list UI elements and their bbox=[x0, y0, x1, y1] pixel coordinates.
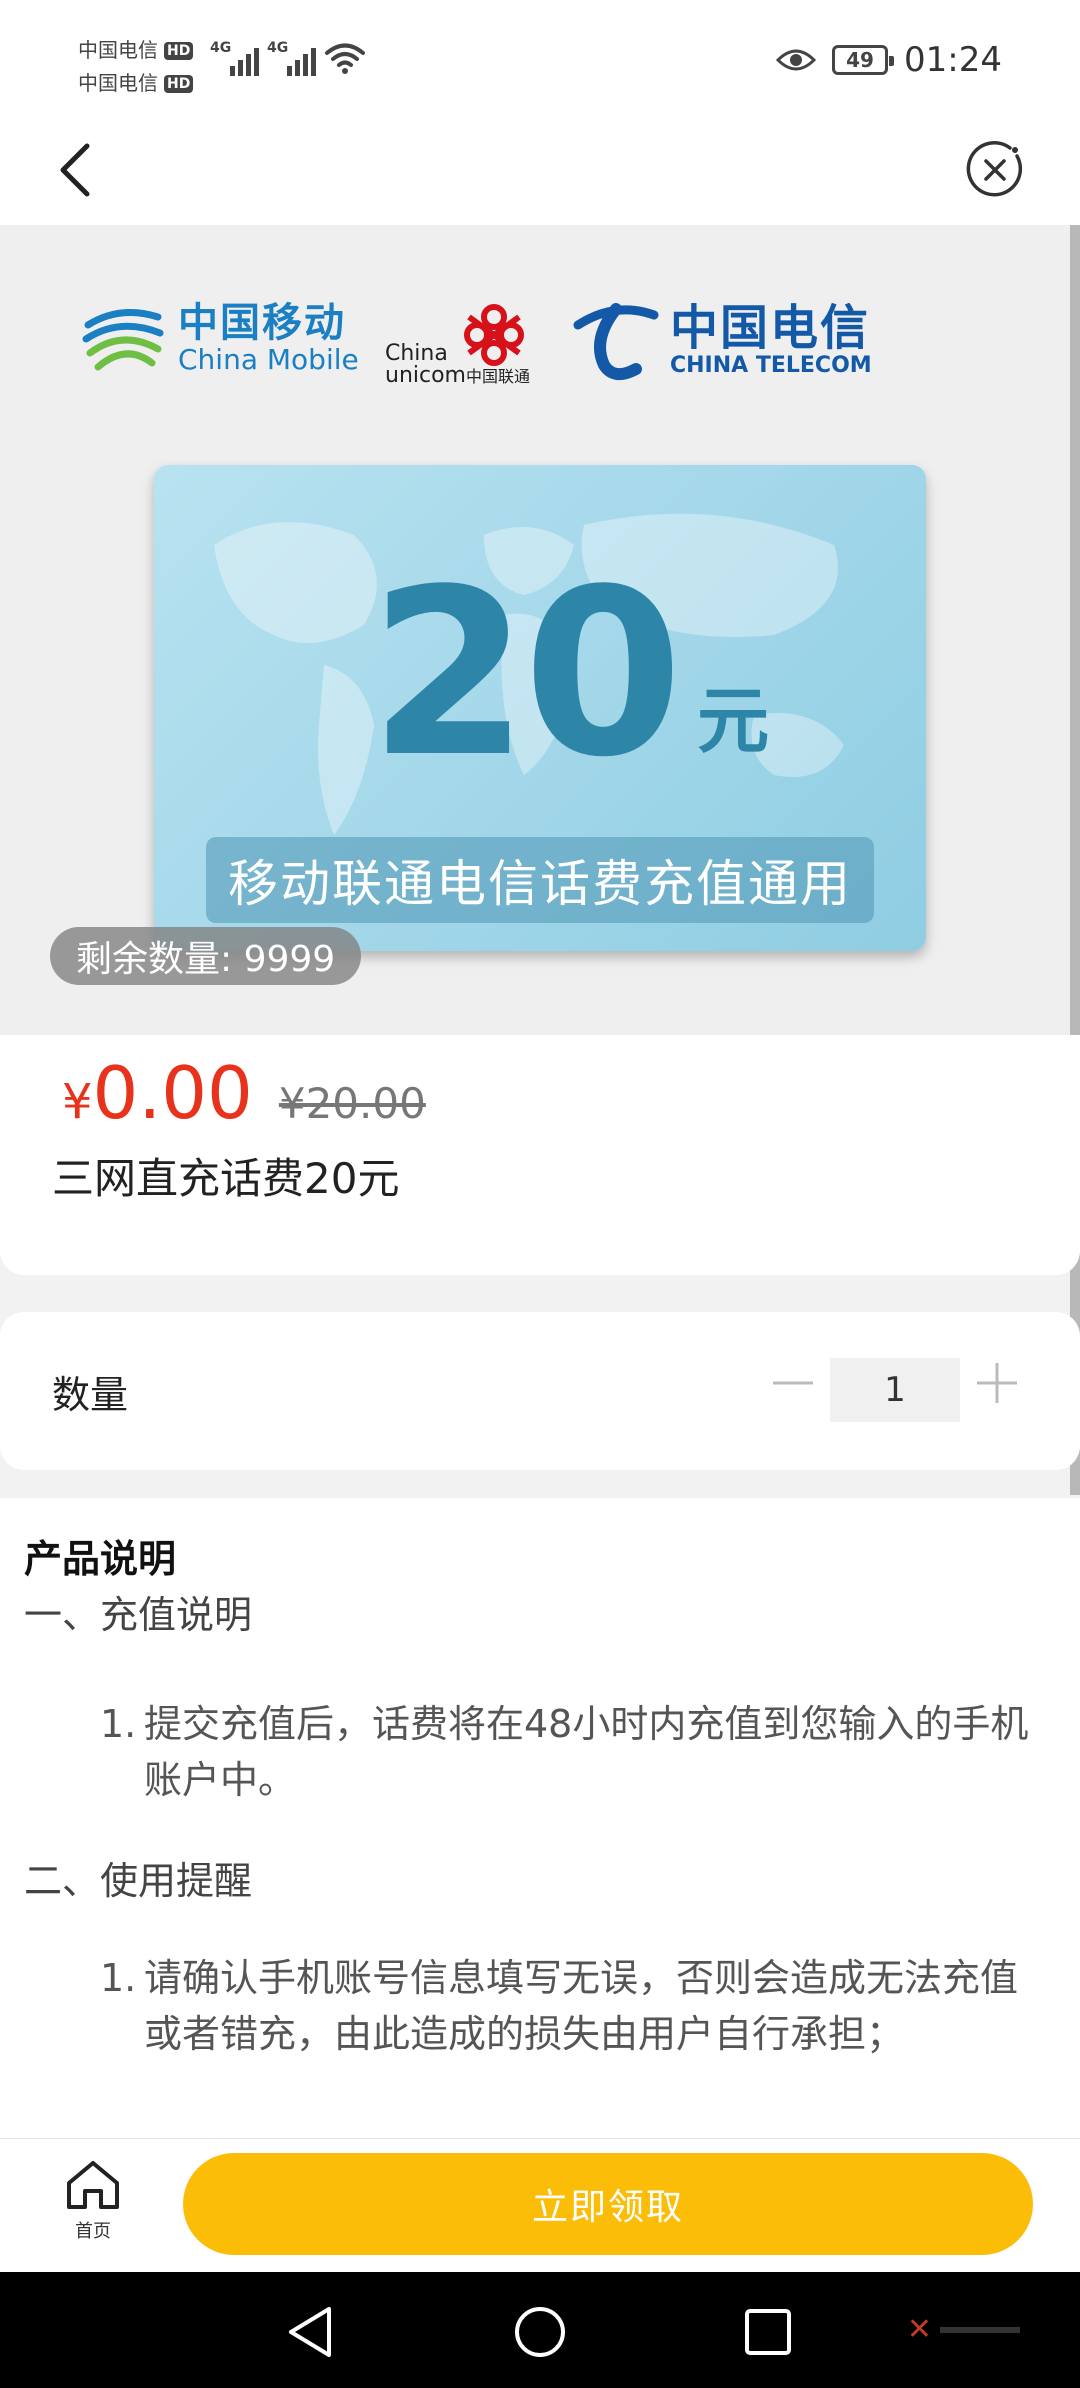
carrier-logos: 中国移动 China Mobile China unicom中国联通 中国电信 … bbox=[80, 295, 880, 405]
chevron-left-icon bbox=[60, 143, 90, 197]
signal-strength-icon: 4G bbox=[267, 40, 316, 76]
card-amount: 20 元 bbox=[369, 541, 770, 808]
bottom-action-bar: 首页 立即领取 bbox=[0, 2138, 1080, 2272]
card-amount-value: 20 bbox=[369, 541, 683, 808]
system-back-button[interactable] bbox=[280, 2302, 340, 2362]
watermark-text-graphic bbox=[940, 2326, 1020, 2333]
carrier-name: 中国电信 bbox=[78, 71, 158, 95]
hd-badge: HD bbox=[164, 41, 194, 60]
china-unicom-en1: China bbox=[385, 341, 448, 366]
price-row: ¥0.00 ¥20.00 bbox=[62, 1051, 426, 1135]
current-price: ¥0.00 bbox=[62, 1051, 253, 1135]
currency-symbol: ¥ bbox=[62, 1074, 93, 1130]
china-telecom-logo: 中国电信 CHINA TELECOM bbox=[570, 295, 872, 385]
list-text: 提交充值后，话费将在48小时内充值到您输入的手机账户中。 bbox=[144, 1702, 1029, 1802]
wifi-icon bbox=[325, 43, 365, 74]
carrier-2: 中国电信 HD bbox=[78, 67, 194, 100]
carrier-info: 中国电信 HD 中国电信 HD bbox=[78, 34, 194, 100]
close-circle-icon bbox=[966, 141, 1023, 197]
scrollbar[interactable] bbox=[1070, 225, 1080, 1495]
hd-badge: HD bbox=[164, 74, 194, 93]
list-item: 1. 请确认手机账号信息填写无误，否则会造成无法充值或者错充，由此造成的损失由用… bbox=[100, 1950, 1040, 2062]
circle-home-icon bbox=[515, 2307, 565, 2357]
china-unicom-logo: China unicom中国联通 bbox=[385, 303, 535, 393]
card-amount-unit: 元 bbox=[697, 679, 770, 763]
list-number: 1. bbox=[100, 1956, 137, 2000]
list-item: 1. 提交充值后，话费将在48小时内充值到您输入的手机账户中。 bbox=[100, 1696, 1040, 1808]
china-mobile-icon bbox=[82, 309, 164, 371]
battery-icon: 49 bbox=[832, 45, 895, 75]
quantity-label: 数量 bbox=[52, 1373, 129, 1417]
quantity-decrease-button[interactable] bbox=[770, 1360, 816, 1406]
carrier-name: 中国电信 bbox=[78, 38, 158, 62]
section-heading: 二、使用提醒 bbox=[24, 1859, 253, 1903]
price-section: ¥0.00 ¥20.00 三网直充话费20元 bbox=[0, 1035, 1080, 1275]
product-description: 产品说明 一、充值说明 1. 提交充值后，话费将在48小时内充值到您输入的手机账… bbox=[0, 1498, 1080, 2138]
close-button[interactable] bbox=[960, 135, 1030, 205]
description-title: 产品说明 bbox=[24, 1537, 177, 1581]
system-navigation-bar: ✕ bbox=[0, 2272, 1080, 2388]
product-name: 三网直充话费20元 bbox=[52, 1154, 400, 1203]
home-label: 首页 bbox=[75, 2221, 111, 2242]
status-bar: 中国电信 HD 中国电信 HD 4G 4G 49 01:24 bbox=[0, 0, 1080, 125]
china-unicom-en2: unicom bbox=[385, 363, 466, 388]
current-price-value: 0.00 bbox=[92, 1051, 253, 1135]
clock: 01:24 bbox=[904, 40, 1002, 80]
status-right: 49 01:24 bbox=[776, 40, 1002, 80]
home-icon bbox=[67, 2161, 119, 2209]
watermark-x-icon: ✕ bbox=[906, 2312, 932, 2347]
triangle-back-icon bbox=[289, 2307, 331, 2357]
original-price: ¥20.00 bbox=[278, 1079, 426, 1128]
card-caption: 移动联通电信话费充值通用 bbox=[206, 837, 874, 923]
stock-badge: 剩余数量: 9999 bbox=[50, 927, 362, 985]
product-hero: 中国移动 China Mobile China unicom中国联通 中国电信 … bbox=[0, 225, 1080, 1035]
home-tab[interactable]: 首页 bbox=[58, 2157, 128, 2257]
claim-button[interactable]: 立即领取 bbox=[183, 2153, 1033, 2255]
china-telecom-cn: 中国电信 bbox=[670, 299, 871, 356]
china-mobile-cn: 中国移动 bbox=[178, 299, 346, 346]
eye-icon bbox=[776, 49, 817, 71]
square-recents-icon bbox=[745, 2309, 791, 2355]
plus-icon bbox=[977, 1363, 1017, 1403]
signal-strength-icon: 4G bbox=[210, 40, 259, 76]
minus-icon bbox=[773, 1381, 813, 1385]
signal-indicators: 4G 4G bbox=[210, 40, 366, 76]
quantity-increase-button[interactable] bbox=[974, 1360, 1020, 1406]
system-recents-button[interactable] bbox=[738, 2302, 798, 2362]
battery-level: 49 bbox=[846, 48, 874, 72]
system-home-button[interactable] bbox=[510, 2302, 570, 2362]
watermark-logo: ✕ bbox=[907, 2312, 1020, 2347]
back-button[interactable] bbox=[40, 135, 110, 205]
carrier-1: 中国电信 HD bbox=[78, 34, 194, 67]
section-heading: 一、充值说明 bbox=[24, 1593, 253, 1637]
network-type: 4G bbox=[210, 40, 232, 56]
list-number: 1. bbox=[100, 1702, 137, 1746]
network-type: 4G bbox=[267, 40, 289, 56]
china-mobile-logo: 中国移动 China Mobile bbox=[80, 295, 359, 381]
china-mobile-en: China Mobile bbox=[178, 342, 359, 376]
list-text: 请确认手机账号信息填写无误，否则会造成无法充值或者错充，由此造成的损失由用户自行… bbox=[144, 1956, 1019, 2056]
recharge-card-image: 20 元 移动联通电信话费充值通用 bbox=[154, 465, 926, 951]
quantity-input[interactable]: 1 bbox=[830, 1358, 960, 1422]
quantity-section: 数量 1 bbox=[0, 1312, 1080, 1470]
china-unicom-cn: 中国联通 bbox=[466, 367, 531, 386]
china-telecom-en: CHINA TELECOM bbox=[670, 353, 872, 379]
nav-bar bbox=[0, 125, 1080, 225]
china-telecom-icon bbox=[573, 303, 659, 381]
